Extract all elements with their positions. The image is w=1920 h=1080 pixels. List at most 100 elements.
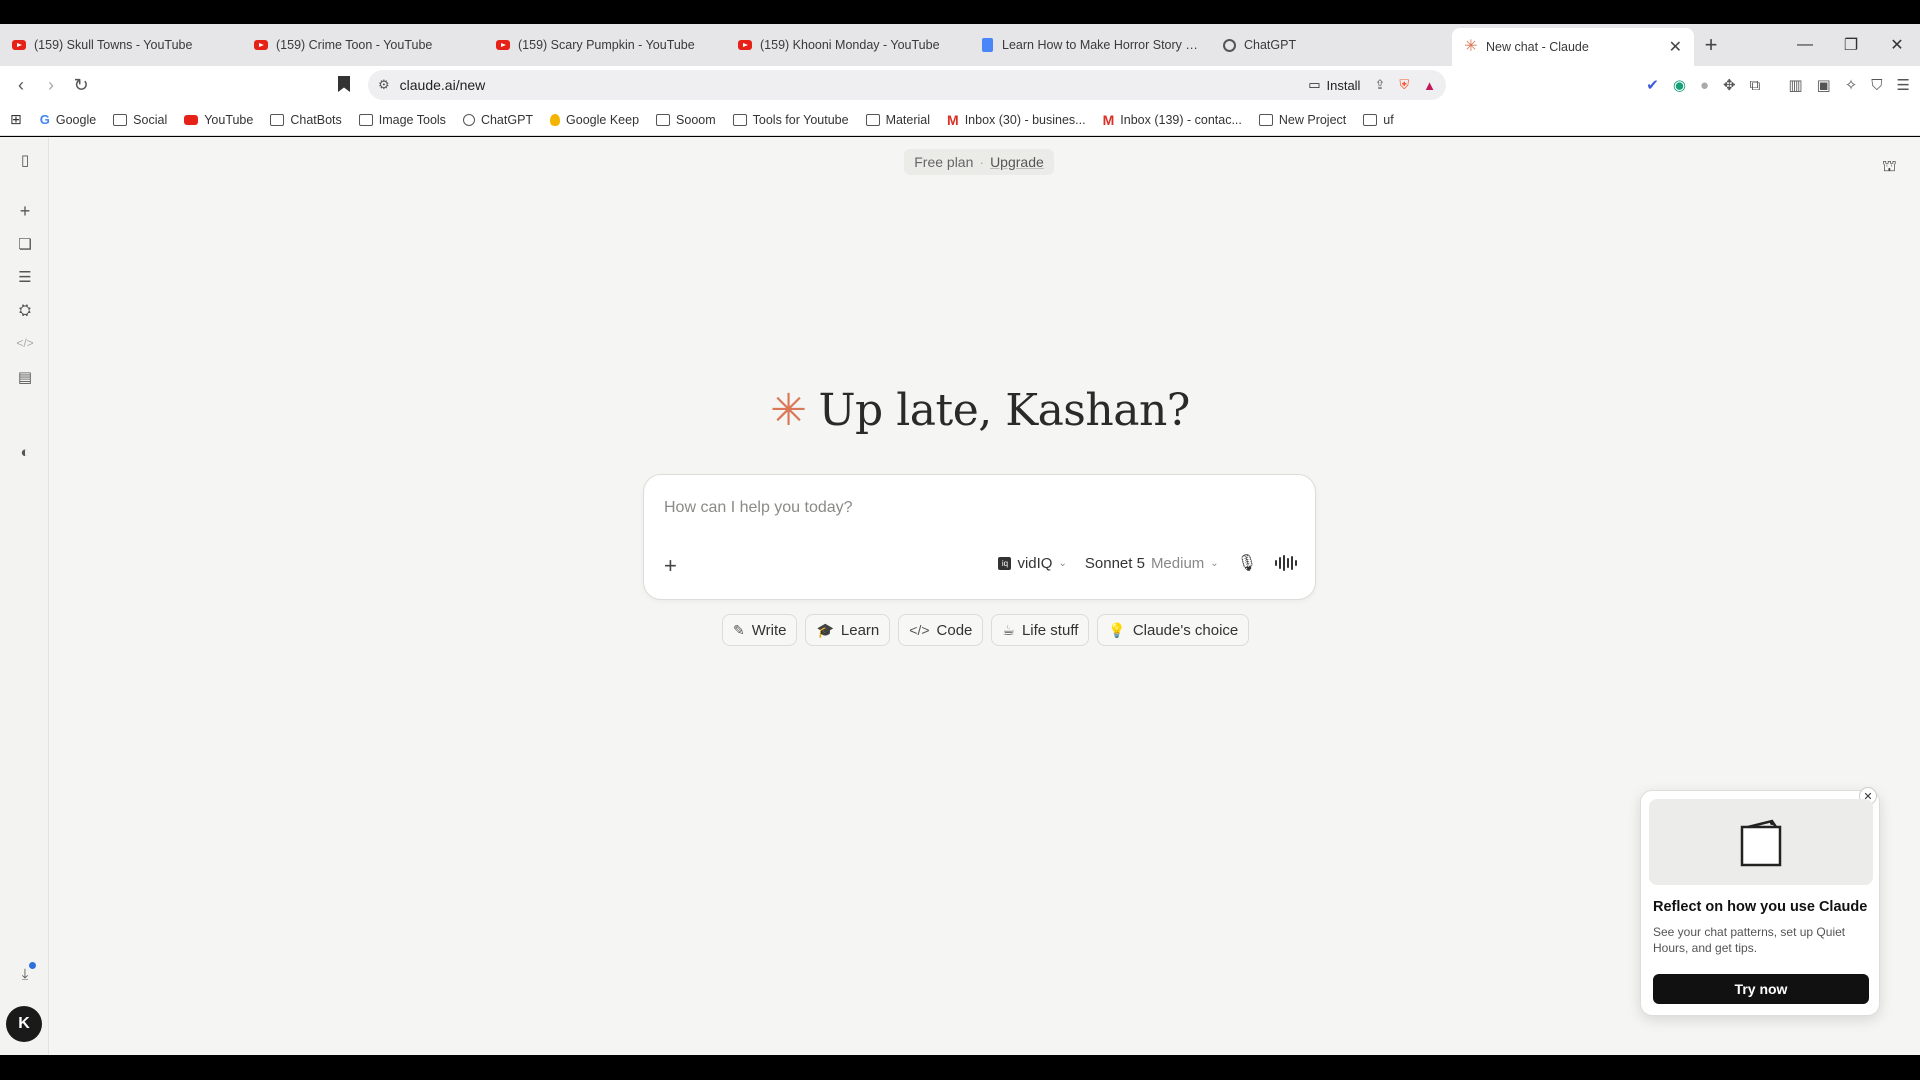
upgrade-link[interactable]: Upgrade xyxy=(990,154,1044,170)
screenshot-icon[interactable]: ⧉ xyxy=(1750,77,1761,94)
palette-icon[interactable]: ◐ xyxy=(14,441,36,463)
bookmark-page-icon[interactable] xyxy=(338,76,350,92)
chip-label: Learn xyxy=(840,621,880,639)
close-window-icon[interactable]: ✕ xyxy=(1874,24,1920,66)
clipboard-illustration-icon xyxy=(1649,799,1873,885)
brave-rewards-icon[interactable]: ▲ xyxy=(1423,78,1436,93)
code-icon[interactable]: </> xyxy=(14,332,36,354)
bookmark-google[interactable]: G Google xyxy=(40,112,96,127)
new-tab-button[interactable]: + xyxy=(1694,28,1728,62)
tab-chatgpt[interactable]: ChatGPT xyxy=(1210,28,1452,62)
address-bar[interactable]: ⚙ claude.ai/new ▭ Install ⇪ ⛨ ▲ xyxy=(368,70,1446,100)
add-attachment-icon[interactable]: + xyxy=(664,553,677,579)
bookmark-uf[interactable]: uf xyxy=(1363,113,1394,127)
bookmark-google-keep[interactable]: Google Keep xyxy=(550,113,639,127)
extension-dot-icon[interactable]: ● xyxy=(1700,77,1709,94)
tab-title: ChatGPT xyxy=(1244,38,1297,52)
bookmark-label: Google xyxy=(55,112,97,127)
chip-code[interactable]: </> Code xyxy=(898,614,984,646)
leo-ai-icon[interactable]: ✧ xyxy=(1845,76,1858,94)
bookmark-label: Sooom xyxy=(676,112,716,127)
microphone-icon[interactable]: 🎙 xyxy=(1237,553,1257,573)
chats-icon[interactable]: ❏ xyxy=(14,233,36,255)
chip-label: Claude's choice xyxy=(1132,621,1239,639)
chip-write[interactable]: ✎ Write xyxy=(722,614,798,646)
bookmark-new-project[interactable]: New Project xyxy=(1258,112,1347,127)
restore-icon[interactable]: ❐ xyxy=(1828,24,1874,66)
bookmark-inbox-business[interactable]: M Inbox (30) - busines... xyxy=(947,112,1086,128)
checkmark-extension-icon[interactable]: ✔ xyxy=(1646,76,1659,94)
artifacts-icon[interactable]: ⛭ xyxy=(14,299,36,321)
vidiq-label: vidIQ xyxy=(1017,554,1053,572)
share-icon[interactable]: ⇪ xyxy=(1374,77,1385,93)
new-chat-icon[interactable]: + xyxy=(14,200,36,222)
sidebar: ▯ + ❏ ☰ ⛭ </> ▤ ◐ ⤓ K xyxy=(0,137,49,1055)
forward-icon[interactable]: › xyxy=(36,70,66,100)
tab-skull-towns[interactable]: (159) Skull Towns - YouTube xyxy=(0,28,242,62)
tab-new-chat-claude[interactable]: ✳ New chat - Claude ✕ xyxy=(1452,28,1694,66)
model-selector[interactable]: Sonnet 5 Medium ⌄ xyxy=(1085,555,1219,572)
wallet-icon[interactable]: ▣ xyxy=(1817,76,1831,94)
voice-mode-icon[interactable] xyxy=(1275,554,1297,572)
incognito-chat-icon[interactable]: ⛫ xyxy=(1882,157,1897,177)
keep-icon xyxy=(550,113,561,126)
tab-strip: (159) Skull Towns - YouTube (159) Crime … xyxy=(0,24,1920,66)
vidiq-tool-button[interactable]: iq vidIQ ⌄ xyxy=(998,554,1067,572)
site-settings-icon[interactable]: ⚙ xyxy=(378,77,390,93)
projects-icon[interactable]: ☰ xyxy=(14,266,36,288)
grammarly-icon[interactable]: ◉ xyxy=(1673,76,1686,94)
sidebar-toggle-icon[interactable]: ▯ xyxy=(14,149,36,171)
chevron-down-icon: ⌄ xyxy=(1210,557,1219,569)
bookmark-chatbots[interactable]: ChatBots xyxy=(270,113,342,127)
chip-life-stuff[interactable]: ☕ Life stuff xyxy=(991,614,1090,646)
bookmark-label: New Project xyxy=(1278,112,1347,127)
puzzle-icon[interactable]: ✥ xyxy=(1723,76,1736,94)
bookmark-material[interactable]: Material xyxy=(865,112,931,127)
bookmark-label: YouTube xyxy=(204,112,254,127)
chat-input[interactable] xyxy=(664,499,1284,517)
brave-shields-icon[interactable]: ⛨ xyxy=(1399,77,1409,93)
bookmark-sooom[interactable]: Sooom xyxy=(656,113,716,127)
sidebar-toggle-icon[interactable]: ▥ xyxy=(1788,76,1802,94)
tab-khooni-monday[interactable]: (159) Khooni Monday - YouTube xyxy=(726,28,968,62)
tab-crime-toon[interactable]: (159) Crime Toon - YouTube xyxy=(242,28,484,62)
bookmarks-bar: ⊞ G Google Social YouTube ChatBots Image … xyxy=(0,104,1920,136)
bookmark-label: Material xyxy=(885,112,931,127)
bookmark-tools-for-youtube[interactable]: Tools for Youtube xyxy=(732,112,849,127)
install-app-icon: ▭ xyxy=(1308,77,1321,92)
google-icon: G xyxy=(39,112,50,127)
chip-learn[interactable]: 🎓 Learn xyxy=(805,614,891,646)
bookmark-chatgpt[interactable]: ChatGPT xyxy=(462,113,533,127)
chip-claudes-choice[interactable]: 💡 Claude's choice xyxy=(1097,614,1250,646)
tab-title: (159) Skull Towns - YouTube xyxy=(34,38,193,52)
folder-icon xyxy=(1258,113,1273,126)
folder-icon xyxy=(656,113,671,126)
chip-label: Life stuff xyxy=(1021,621,1079,639)
bookmark-youtube[interactable]: YouTube xyxy=(184,113,253,127)
separator-dot: · xyxy=(979,154,985,170)
back-icon[interactable]: ‹ xyxy=(6,70,36,100)
folder-icon xyxy=(732,113,747,126)
claude-app: ▯ + ❏ ☰ ⛭ </> ▤ ◐ ⤓ K Free plan · Upgrad… xyxy=(0,137,1920,1055)
coffee-icon: ☕ xyxy=(1002,621,1015,638)
extensions-bar: ✔ ◉ ● ✥ ⧉ ▥ ▣ ✧ ⛉ ☰ xyxy=(1646,70,1910,100)
try-now-button[interactable]: Try now xyxy=(1653,974,1869,1004)
reload-icon[interactable]: ↻ xyxy=(66,70,96,100)
bookmark-social[interactable]: Social xyxy=(113,113,167,127)
youtube-icon xyxy=(254,38,268,52)
apps-grid-icon[interactable]: ⊞ xyxy=(10,111,22,128)
menu-icon[interactable]: ☰ xyxy=(1897,76,1910,94)
bookmark-label: Tools for Youtube xyxy=(752,112,849,127)
claude-logo-icon: ✳ xyxy=(770,385,807,436)
bookmark-label: Google Keep xyxy=(566,112,640,127)
folder-icon xyxy=(113,113,128,126)
bookmark-inbox-contact[interactable]: M Inbox (139) - contac... xyxy=(1103,112,1242,128)
tab-scary-pumpkin[interactable]: (159) Scary Pumpkin - YouTube xyxy=(484,28,726,62)
install-button[interactable]: ▭ Install xyxy=(1308,77,1360,93)
minimize-icon[interactable]: — xyxy=(1782,24,1828,66)
avatar[interactable]: K xyxy=(6,1006,42,1042)
bookmark-image-tools[interactable]: Image Tools xyxy=(358,113,446,127)
tab-horror-story-doc[interactable]: Learn How to Make Horror Story Vid xyxy=(968,28,1210,62)
close-tab-icon[interactable]: ✕ xyxy=(1669,37,1682,57)
vpn-icon[interactable]: ⛉ xyxy=(1871,77,1882,94)
